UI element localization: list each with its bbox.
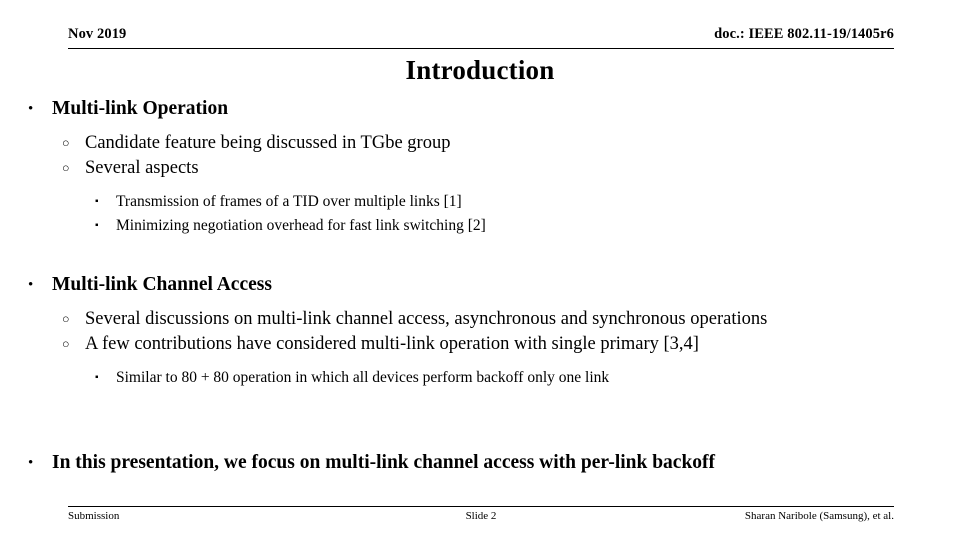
bullet-multi-link-operation: • Multi-link Operation [0, 96, 960, 122]
bullet-circle-icon: ○ [62, 136, 70, 150]
bullet-minimizing-negotiation: ▪ Minimizing negotiation overhead for fa… [0, 214, 960, 238]
bullet-label: Transmission of frames of a TID over mul… [116, 193, 462, 210]
bullet-label: In this presentation, we focus on multi-… [52, 452, 716, 473]
bullet-label: A few contributions have considered mult… [85, 334, 699, 354]
bullet-circle-icon: ○ [62, 161, 70, 175]
header-date: Nov 2019 [68, 26, 127, 42]
bullet-label: Multi-link Channel Access [52, 274, 272, 295]
bullet-multi-link-channel-access: • Multi-link Channel Access [0, 272, 960, 298]
bullet-dot-icon: • [28, 277, 34, 293]
bullet-label: Similar to 80 + 80 operation in which al… [116, 369, 610, 386]
bullet-label: Multi-link Operation [52, 98, 229, 119]
bullet-few-contributions: ○ A few contributions have considered mu… [0, 332, 960, 357]
header-divider [68, 48, 894, 49]
bullet-dot-icon: • [28, 455, 34, 471]
bullet-dot-icon: • [28, 101, 34, 117]
footer-divider [68, 506, 894, 507]
slide-footer: Slide 2 Submission Sharan Naribole (Sams… [68, 510, 894, 526]
bullet-candidate-feature: ○ Candidate feature being discussed in T… [0, 131, 960, 156]
slide: Nov 2019 doc.: IEEE 802.11-19/1405r6 Int… [0, 0, 960, 540]
bullet-square-icon: ▪ [95, 220, 99, 231]
bullet-several-discussions: ○ Several discussions on multi-link chan… [0, 307, 960, 332]
bullet-transmission-of-frames: ▪ Transmission of frames of a TID over m… [0, 190, 960, 214]
footer-author: Sharan Naribole (Samsung), et al. [744, 510, 894, 522]
bullet-square-icon: ▪ [95, 196, 99, 207]
bullet-label: Minimizing negotiation overhead for fast… [116, 217, 486, 234]
page-title: Introduction [405, 55, 555, 85]
header-document-reference: doc.: IEEE 802.11-19/1405r6 [714, 26, 894, 42]
bullet-circle-icon: ○ [62, 337, 70, 351]
bullet-label: Candidate feature being discussed in TGb… [85, 133, 451, 153]
bullet-label: Several discussions on multi-link channe… [85, 309, 768, 329]
slide-body: • Multi-link Operation ○ Candidate featu… [0, 96, 960, 476]
bullet-similar-to-80-plus-80: ▪ Similar to 80 + 80 operation in which … [0, 366, 960, 390]
bullet-circle-icon: ○ [62, 312, 70, 326]
bullet-several-aspects: ○ Several aspects [0, 156, 960, 181]
bullet-square-icon: ▪ [95, 372, 99, 383]
footer-submission-label: Submission [68, 510, 120, 522]
bullet-label: Several aspects [85, 158, 199, 178]
bullet-presentation-focus: • In this presentation, we focus on mult… [0, 450, 960, 476]
slide-header: Nov 2019 doc.: IEEE 802.11-19/1405r6 [68, 26, 894, 48]
